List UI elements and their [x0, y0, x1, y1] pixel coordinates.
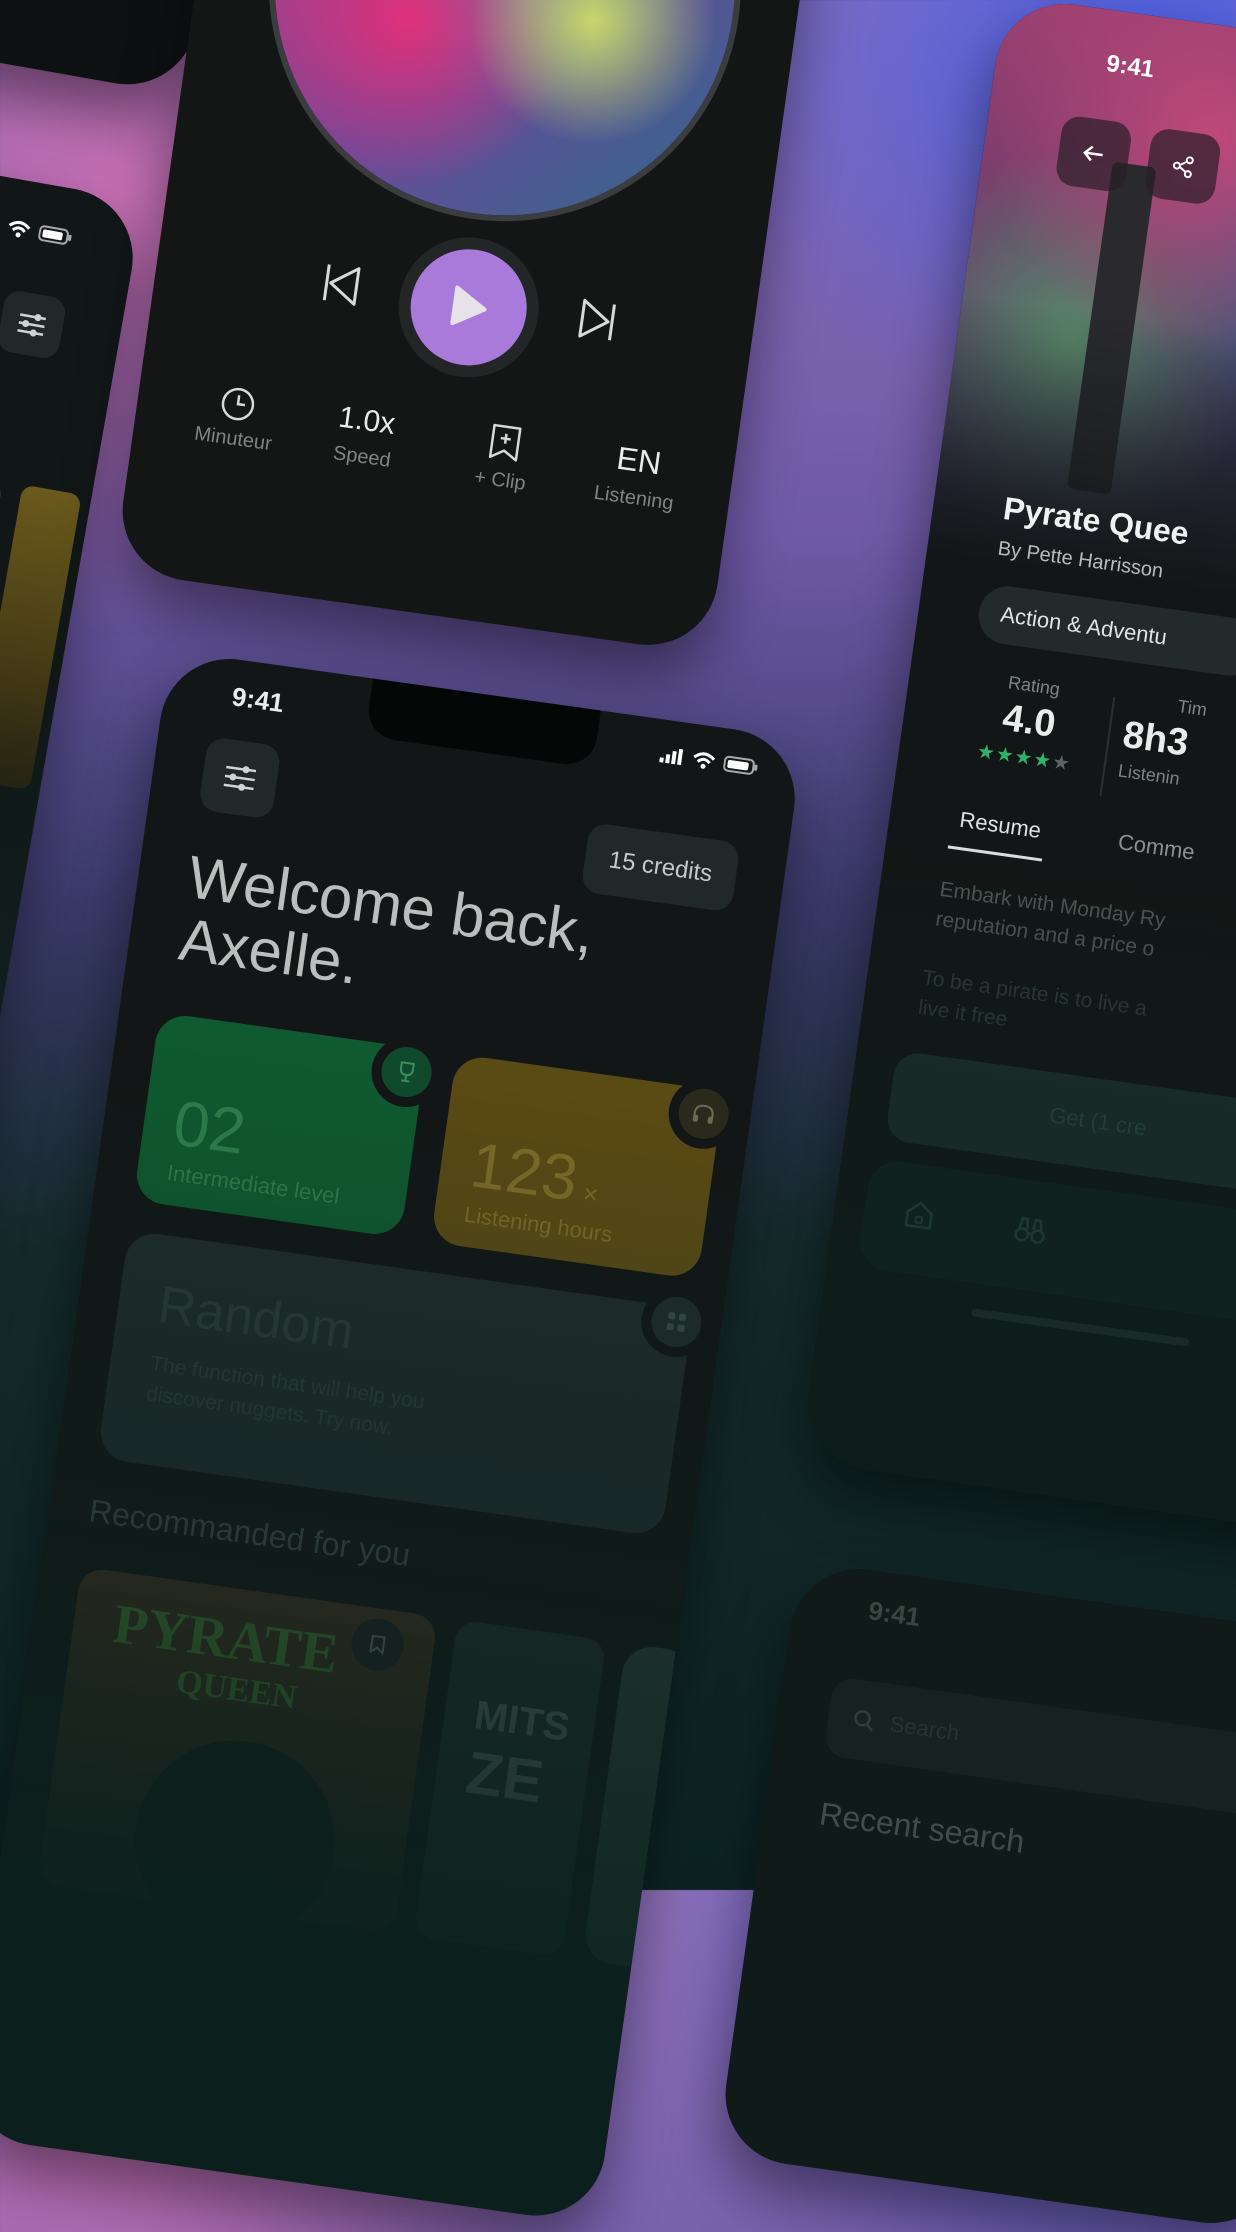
nav-discover[interactable]	[1011, 1213, 1049, 1247]
status-time: 9:41	[230, 681, 286, 719]
phone-search: 9:41 Search Recent search	[716, 1560, 1236, 2232]
random-title: Random	[154, 1276, 358, 1361]
signal-icon	[659, 748, 684, 766]
filter-button[interactable]	[198, 736, 282, 820]
filter-button[interactable]	[0, 288, 68, 361]
speed-value: 1.0x	[336, 400, 398, 442]
sliders-icon	[223, 765, 257, 791]
home-icon	[904, 1201, 933, 1230]
recent-search-title: Recent search	[817, 1795, 1027, 1860]
stat-divider	[1099, 696, 1116, 797]
wifi-icon	[693, 752, 716, 769]
play-button[interactable]	[403, 241, 535, 373]
status-bar	[0, 213, 74, 247]
search-placeholder: Search	[888, 1711, 961, 1746]
clip-control[interactable]: + Clip	[444, 416, 563, 500]
bookmark-icon	[369, 1634, 386, 1655]
cover-figure	[121, 1727, 348, 1934]
level-value: 02	[169, 1086, 250, 1168]
phone-detail: 9:41 Pyrate Quee By Pette Harrisson Acti…	[799, 0, 1236, 1539]
book-cover-gold[interactable]	[0, 484, 82, 791]
battery-icon	[723, 755, 758, 775]
bottom-nav	[856, 1157, 1236, 1337]
speed-label: Speed	[331, 441, 393, 472]
play-button-ring	[389, 228, 548, 387]
nav-home[interactable]	[902, 1198, 936, 1232]
prev-button[interactable]	[312, 256, 368, 312]
book-card-mitsu[interactable]: MITS ZE	[413, 1619, 607, 1958]
cover-subtitle: ZE	[462, 1738, 548, 1816]
hours-number: 123	[466, 1128, 583, 1215]
tab-active-underline	[947, 845, 1043, 862]
timer-control[interactable]: Minuteur	[172, 378, 300, 459]
status-time: 9:41	[866, 1595, 923, 1633]
share-icon	[1172, 156, 1194, 179]
sliders-icon	[17, 313, 47, 337]
album-art	[245, 0, 765, 245]
trophy-icon	[399, 1061, 415, 1083]
timer-label: Minuteur	[193, 422, 274, 456]
arrow-left-icon	[1083, 145, 1103, 162]
level-label: Intermediate level	[165, 1159, 342, 1209]
skip-forward-icon	[578, 298, 616, 341]
bookmark-plus-icon	[488, 423, 522, 462]
next-button[interactable]	[570, 292, 626, 348]
grid-icon	[666, 1312, 687, 1332]
signal-icon	[0, 214, 1, 234]
battery-icon	[38, 225, 72, 245]
credits-badge[interactable]: 15 credits	[580, 822, 741, 913]
skip-back-icon	[322, 264, 361, 306]
random-card[interactable]: Random The function that will help you d…	[96, 1229, 694, 1538]
tab-comments[interactable]: Comme	[1116, 829, 1197, 865]
wifi-icon	[8, 220, 31, 238]
share-button[interactable]	[1143, 126, 1223, 206]
rating-block: Rating 4.0 ★★★★★	[958, 667, 1100, 779]
clock-icon	[221, 387, 255, 421]
play-icon	[450, 285, 487, 326]
album-art-ring	[238, 0, 772, 252]
random-text: The function that will help you discover…	[144, 1352, 427, 1440]
back-button[interactable]	[1054, 114, 1134, 194]
search-field[interactable]: Search	[823, 1675, 1236, 1820]
clip-label: + Clip	[472, 465, 528, 495]
recommended-title: Recommanded for you	[86, 1492, 413, 1574]
binoculars-icon	[1014, 1217, 1045, 1244]
hours-suffix: ×	[581, 1177, 601, 1210]
time-block: Tim 8h3 Listenin	[1117, 689, 1236, 801]
home-indicator	[970, 1308, 1190, 1347]
get-button-label: Get (1 cre	[1047, 1102, 1149, 1141]
search-icon	[854, 1710, 873, 1732]
language-value: EN	[614, 439, 664, 482]
language-control[interactable]: EN Listening	[573, 434, 701, 518]
tab-resume[interactable]: Resume	[958, 807, 1043, 844]
speed-control[interactable]: 1.0x Speed	[306, 397, 424, 477]
phone-player: Minuteur 1.0x Speed + Clip EN Listening	[113, 0, 845, 654]
star-icon: ★	[1050, 751, 1073, 776]
headphones-icon	[692, 1104, 714, 1124]
notch	[364, 678, 601, 768]
status-icons	[659, 745, 761, 777]
phone-home: 9:41 15 credits Welcome back, Axelle. 02…	[0, 650, 804, 2225]
